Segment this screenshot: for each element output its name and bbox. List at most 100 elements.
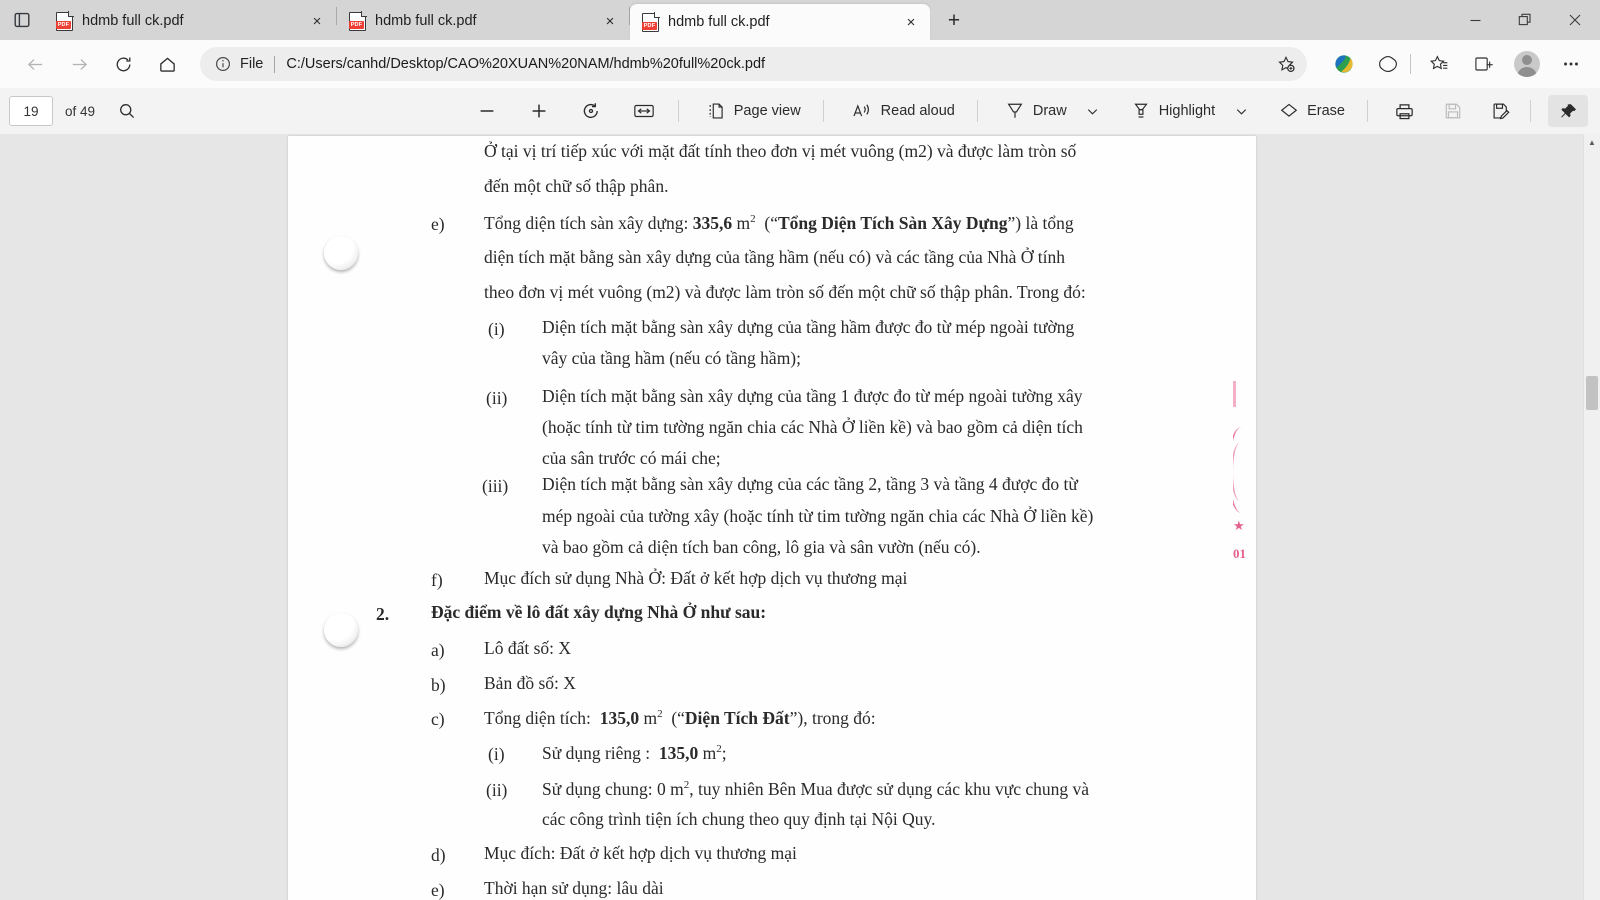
section-number-2: 2. xyxy=(376,604,390,624)
tab-item[interactable]: PDF hdmb full ck.pdf × xyxy=(337,4,629,38)
doc-unit-sup: 2 xyxy=(750,213,756,225)
browser-essentials-icon[interactable] xyxy=(1325,45,1363,83)
highlight-button[interactable]: Highlight xyxy=(1121,95,1225,127)
doc-line: Sử dụng riêng : 135,0 m2; xyxy=(542,744,727,762)
doc-line: và bao gồm cả diện tích ban công, lô gia… xyxy=(542,537,981,557)
avatar xyxy=(1514,51,1540,77)
navigation-bar: File C:/Users/canhd/Desktop/CAO%20XUAN%2… xyxy=(0,40,1600,88)
restore-button[interactable] xyxy=(1500,0,1550,40)
doc-line: Mục đích sử dụng Nhà Ở: Đất ở kết hợp dị… xyxy=(484,568,908,588)
info-circle-icon[interactable] xyxy=(214,55,232,73)
toolbar-divider xyxy=(822,100,824,122)
doc-unit: m xyxy=(736,212,751,233)
doc-value-private-area: 135,0 xyxy=(658,742,699,763)
doc-text: Sử dụng chung: 0 m xyxy=(542,778,684,799)
pdf-badge-label: PDF xyxy=(349,20,364,29)
search-icon[interactable] xyxy=(111,95,143,127)
toolbar-divider xyxy=(976,100,978,122)
doc-line: Lô đất số: X xyxy=(484,638,572,658)
list-marker-e: e) xyxy=(431,214,445,234)
doc-line: Bản đồ số: X xyxy=(484,673,576,693)
collections-icon[interactable] xyxy=(1464,45,1502,83)
doc-line: Diện tích mặt bằng sàn xây dựng của tầng… xyxy=(542,317,1075,337)
pdf-viewer[interactable]: ★ 01 Ở tại vị trí tiếp xúc với mặt đất t… xyxy=(0,134,1584,900)
list-marker-f: f) xyxy=(431,570,443,590)
doc-line: theo đơn vị mét vuông (m2) và được làm t… xyxy=(484,282,1086,302)
close-window-button[interactable] xyxy=(1550,0,1600,40)
favorites-list-icon[interactable] xyxy=(1420,45,1458,83)
toolbar-divider xyxy=(1530,100,1531,122)
close-icon[interactable]: × xyxy=(304,8,330,34)
refresh-icon[interactable] xyxy=(104,45,142,83)
save-as-icon[interactable] xyxy=(1484,95,1518,127)
doc-line: Tổng diện tích sàn xây dựng: 335,6 m2 (“… xyxy=(484,214,1074,232)
toolbar-divider xyxy=(677,100,679,122)
list-marker-d: d) xyxy=(431,845,446,865)
window-controls xyxy=(1450,0,1600,40)
scroll-up-arrow-icon[interactable]: ▲ xyxy=(1584,134,1600,151)
doc-unit-sup: 2 xyxy=(657,708,663,720)
draw-options-chevron-down-icon[interactable] xyxy=(1077,95,1109,127)
page-count-label: of 49 xyxy=(65,103,96,119)
save-icon[interactable] xyxy=(1436,95,1470,127)
scrollbar-thumb[interactable] xyxy=(1586,376,1598,410)
read-aloud-button[interactable]: Read aloud xyxy=(841,95,965,127)
zoom-in-plus-icon[interactable] xyxy=(522,95,556,127)
draw-label: Draw xyxy=(1032,103,1067,119)
minimize-button[interactable] xyxy=(1450,0,1500,40)
doc-text: (“ xyxy=(666,707,685,728)
punch-hole-artifact xyxy=(324,613,358,647)
tab-search-icon[interactable] xyxy=(0,0,44,40)
close-icon[interactable]: × xyxy=(597,8,623,34)
highlight-options-chevron-down-icon[interactable] xyxy=(1225,95,1257,127)
doc-unit: m xyxy=(702,742,717,763)
section-heading: Đặc điểm về lô đất xây dựng Nhà Ở như sa… xyxy=(431,602,767,622)
doc-unit: m xyxy=(643,707,658,728)
split-screen-icon[interactable] xyxy=(1369,45,1407,83)
doc-line: vây của tầng hầm (nếu có tầng hầm); xyxy=(542,348,801,368)
pdf-badge-label: PDF xyxy=(56,20,71,29)
tab-item[interactable]: PDF hdmb full ck.pdf × xyxy=(44,4,336,38)
doc-line: Ở tại vị trí tiếp xúc với mặt đất tính t… xyxy=(484,141,1077,161)
print-icon[interactable] xyxy=(1387,95,1422,127)
pin-toolbar-icon[interactable] xyxy=(1548,95,1588,127)
doc-defined-term: Tổng Diện Tích Sàn Xây Dựng xyxy=(778,212,1008,233)
erase-button[interactable]: Erase xyxy=(1269,95,1355,127)
doc-line: mép ngoài của tường xây (hoặc tính từ ti… xyxy=(542,506,1094,526)
back-arrow-icon[interactable] xyxy=(16,45,54,83)
home-icon[interactable] xyxy=(148,45,186,83)
list-marker-a: a) xyxy=(431,640,445,660)
fit-to-width-icon[interactable] xyxy=(626,95,662,127)
add-favorite-star-icon[interactable] xyxy=(1271,50,1301,78)
omnibox-divider xyxy=(274,55,276,73)
rotate-icon[interactable] xyxy=(574,95,608,127)
close-icon[interactable]: × xyxy=(898,9,924,35)
doc-line: (hoặc tính từ tim tường ngăn chia các Nh… xyxy=(542,417,1083,437)
list-marker-iii-1: (iii) xyxy=(482,476,509,496)
forward-arrow-icon[interactable] xyxy=(60,45,98,83)
doc-text: , tuy nhiên Bên Mua được sử dụng các khu… xyxy=(689,778,1089,799)
vertical-scrollbar[interactable]: ▲ xyxy=(1584,134,1600,900)
list-marker-i-2: (i) xyxy=(488,744,505,764)
page-view-button[interactable]: Page view xyxy=(696,95,811,127)
doc-line: Diện tích mặt bằng sàn xây dựng của tầng… xyxy=(542,386,1083,406)
profile-avatar-icon[interactable] xyxy=(1508,45,1546,83)
zoom-out-minus-icon[interactable] xyxy=(470,95,504,127)
toolbar-divider xyxy=(1367,100,1368,122)
page-number-input[interactable]: 19 xyxy=(9,96,53,126)
more-options-icon[interactable] xyxy=(1552,45,1590,83)
doc-text: ”) là tổng xyxy=(1007,212,1074,233)
doc-line: Diện tích mặt bằng sàn xây dựng của các … xyxy=(542,474,1078,494)
draw-button[interactable]: Draw xyxy=(995,95,1077,127)
pdf-badge-label: PDF xyxy=(642,21,657,30)
tab-item-active[interactable]: PDF hdmb full ck.pdf × xyxy=(630,4,930,40)
pdf-file-icon: PDF xyxy=(56,10,74,31)
doc-text: Tổng diện tích: xyxy=(484,707,591,728)
doc-text: ”), trong đó: xyxy=(789,707,876,728)
list-marker-c: c) xyxy=(431,709,445,729)
new-tab-button[interactable]: + xyxy=(936,5,972,37)
highlight-label: Highlight xyxy=(1158,103,1216,119)
tab-title: hdmb full ck.pdf xyxy=(82,13,184,29)
url-text[interactable]: C:/Users/canhd/Desktop/CAO%20XUAN%20NAM/… xyxy=(286,56,1271,72)
address-bar[interactable]: File C:/Users/canhd/Desktop/CAO%20XUAN%2… xyxy=(200,47,1307,81)
